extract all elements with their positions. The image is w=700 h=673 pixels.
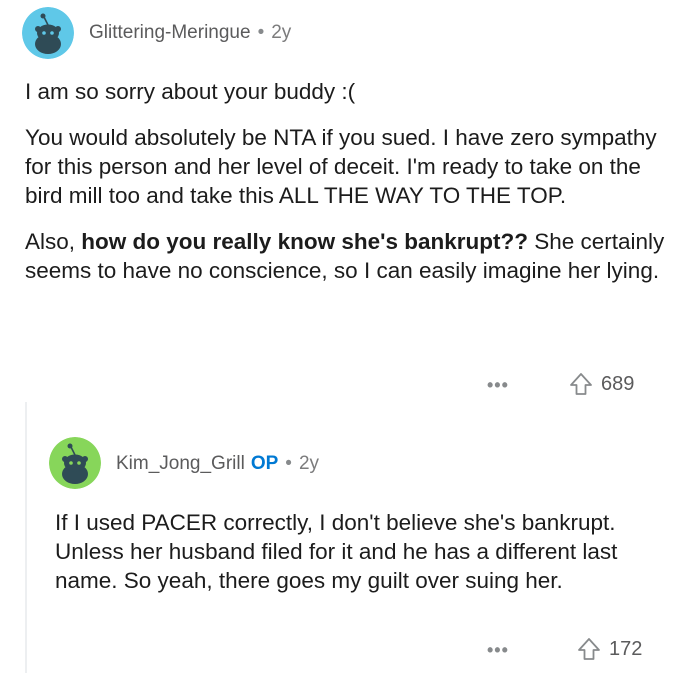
upvote-control: 172 — [576, 636, 642, 662]
paragraph-prefix: Also, — [25, 229, 82, 254]
comment-body: If I used PACER correctly, I don't belie… — [55, 508, 680, 595]
comment-age: 2y — [271, 22, 292, 43]
more-options-button[interactable]: ••• — [487, 640, 509, 661]
snoo-avatar-icon — [49, 437, 101, 489]
more-options-button[interactable]: ••• — [487, 375, 509, 396]
avatar[interactable] — [22, 7, 74, 59]
upvote-count: 689 — [601, 372, 635, 395]
separator-dot: • — [257, 22, 265, 43]
comment-paragraph: You would absolutely be NTA if you sued.… — [25, 125, 657, 208]
comment-meta: Kim_Jong_Grill OP • 2y — [116, 453, 319, 475]
comment-paragraph: If I used PACER correctly, I don't belie… — [55, 510, 618, 593]
comment-paragraph: I am so sorry about your buddy :( — [25, 79, 356, 104]
bold-text: how do you really know she's bankrupt?? — [81, 229, 528, 254]
thread-line[interactable] — [25, 402, 27, 673]
upvote-arrow-icon[interactable] — [568, 371, 594, 397]
snoo-avatar-icon — [22, 7, 74, 59]
op-badge: OP — [250, 453, 279, 474]
upvote-arrow-icon[interactable] — [576, 636, 602, 662]
comment-paragraph: Also, how do you really know she's bankr… — [25, 227, 675, 285]
comment-actions: ••• 172 — [0, 635, 700, 665]
upvote-count: 172 — [609, 637, 643, 660]
separator-dot: • — [285, 453, 292, 474]
comment-age: 2y — [298, 453, 320, 474]
username[interactable]: Glittering-Meringue — [89, 22, 251, 43]
upvote-control: 689 — [568, 371, 634, 397]
comment-meta: Glittering-Meringue • 2y — [89, 22, 291, 44]
username[interactable]: Kim_Jong_Grill — [116, 453, 245, 474]
comment-body: I am so sorry about your buddy :( You wo… — [25, 77, 675, 285]
comment-actions: ••• 689 — [0, 370, 700, 400]
avatar[interactable] — [49, 437, 101, 489]
